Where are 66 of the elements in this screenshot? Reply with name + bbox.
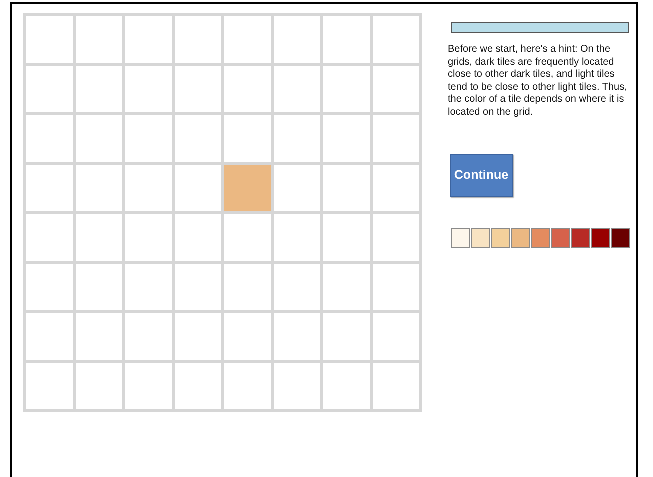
grid-tile[interactable]	[372, 16, 419, 62]
grid-tile[interactable]	[174, 313, 221, 360]
grid-tile[interactable]	[76, 264, 122, 310]
grid-tile[interactable]	[26, 164, 72, 211]
grid-tile[interactable]	[224, 214, 270, 260]
grid-tile[interactable]	[26, 115, 72, 162]
grid-tile[interactable]	[323, 264, 370, 310]
grid-tile[interactable]	[372, 66, 419, 112]
grid-tile[interactable]	[125, 66, 172, 112]
grid-tile[interactable]	[174, 66, 221, 112]
grid-tile[interactable]	[372, 115, 419, 162]
grid-tile[interactable]	[274, 16, 320, 62]
grid-tile[interactable]	[125, 115, 172, 162]
grid-tile[interactable]	[323, 313, 370, 360]
grid-tile[interactable]	[125, 362, 172, 409]
grid-tile[interactable]	[26, 214, 72, 260]
grid-tile[interactable]	[76, 115, 122, 162]
continue-button[interactable]: Continue	[450, 154, 513, 197]
grid-tile[interactable]	[372, 362, 419, 409]
grid-tile[interactable]	[76, 362, 122, 409]
grid-tile[interactable]	[125, 164, 172, 211]
grid-tile[interactable]	[372, 164, 419, 211]
grid-tile[interactable]	[125, 16, 172, 62]
grid-tile[interactable]	[323, 214, 370, 260]
grid-tile[interactable]	[125, 214, 172, 260]
grid-tile[interactable]	[323, 362, 370, 409]
grid-tile[interactable]	[224, 264, 270, 310]
grid-tile[interactable]	[125, 313, 172, 360]
grid-tile[interactable]	[26, 16, 72, 62]
grid-tile[interactable]	[274, 313, 320, 360]
grid-tile[interactable]	[224, 164, 270, 211]
grid-tile[interactable]	[224, 16, 270, 62]
grid-tile[interactable]	[274, 362, 320, 409]
grid-tile[interactable]	[76, 214, 122, 260]
grid-tile[interactable]	[125, 264, 172, 310]
grid-tile[interactable]	[323, 66, 370, 112]
grid-tile[interactable]	[372, 264, 419, 310]
grid-tile[interactable]	[174, 214, 221, 260]
grid-tile[interactable]	[372, 214, 419, 260]
grid-tile[interactable]	[174, 362, 221, 409]
grid-tile[interactable]	[174, 16, 221, 62]
grid-tile[interactable]	[224, 313, 270, 360]
grid-tile[interactable]	[76, 16, 122, 62]
grid-tile[interactable]	[274, 66, 320, 112]
grid-tile[interactable]	[274, 164, 320, 211]
grid-tile[interactable]	[224, 66, 270, 112]
grid-tile[interactable]	[372, 313, 419, 360]
grid-tile[interactable]	[224, 115, 270, 162]
grid-tile[interactable]	[174, 264, 221, 310]
grid-tile[interactable]	[224, 362, 270, 409]
grid-tile[interactable]	[26, 362, 72, 409]
grid-tile[interactable]	[76, 66, 122, 112]
grid-tile[interactable]	[76, 164, 122, 211]
grid-tile[interactable]	[174, 115, 221, 162]
grid-tile[interactable]	[26, 313, 72, 360]
grid-tile[interactable]	[26, 66, 72, 112]
grid-tile[interactable]	[274, 115, 320, 162]
grid-tile[interactable]	[76, 313, 122, 360]
grid-tile[interactable]	[323, 115, 370, 162]
grid-tile[interactable]	[174, 164, 221, 211]
grid-tile[interactable]	[26, 264, 72, 310]
grid-tile[interactable]	[274, 214, 320, 260]
grid-tile[interactable]	[323, 16, 370, 62]
grid-tile[interactable]	[323, 164, 370, 211]
hint-text: Before we start, here's a hint: On the grids, dark tiles are frequently located close to other dark tiles, and light tiles tend to be close to other light tiles. Thus, the color of a tile depends on where it is located on the grid.	[448, 44, 628, 120]
grid-tile[interactable]	[274, 264, 320, 310]
